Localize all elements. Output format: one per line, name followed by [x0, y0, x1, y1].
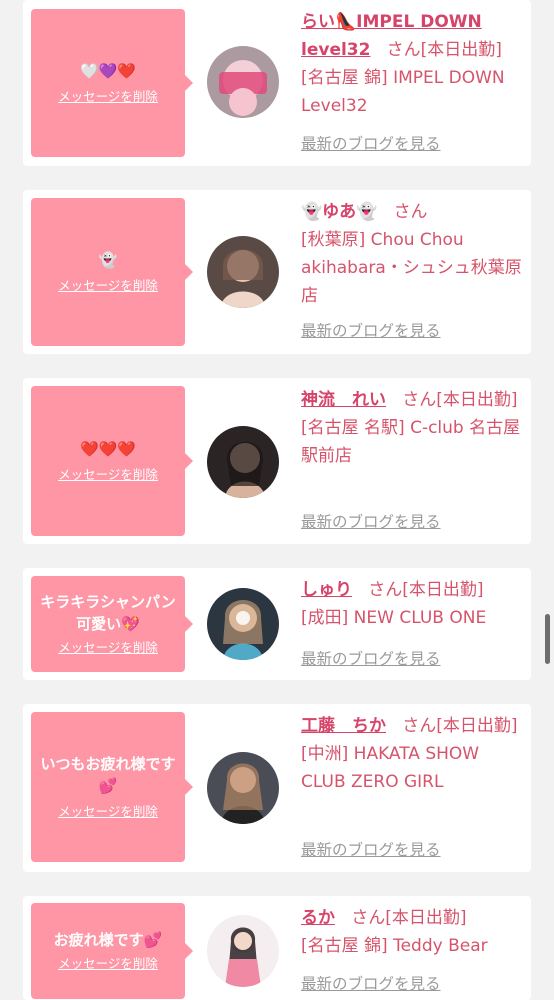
- work-status: [本日出勤]: [402, 580, 484, 600]
- scrollbar-thumb[interactable]: [545, 614, 550, 664]
- message-card: 👻 メッセージを削除 👻ゆあ👻 さん [秋葉原] Chou Chou akiha…: [23, 190, 531, 354]
- girl-info: るか さん[本日出勤] [名古屋 錦] Teddy Bear: [301, 904, 523, 960]
- work-status: [本日出勤]: [436, 716, 518, 736]
- honorific: さん: [351, 908, 386, 928]
- girl-info: しゅり さん[本日出勤] [成田] NEW CLUB ONE: [301, 576, 523, 632]
- latest-blog-link[interactable]: 最新のブログを見る: [301, 511, 441, 533]
- message-text: キラキラシャンパン可愛い💖: [40, 593, 176, 633]
- message-text: いつもお疲れ様です💕: [40, 755, 176, 795]
- message-text: ❤️❤️❤️: [79, 440, 137, 458]
- delete-message-link[interactable]: メッセージを削除: [58, 803, 158, 821]
- honorific: さん: [393, 202, 428, 222]
- delete-message-link[interactable]: メッセージを削除: [58, 88, 158, 106]
- delete-message-link[interactable]: メッセージを削除: [58, 466, 158, 484]
- girl-info: 👻ゆあ👻 さん [秋葉原] Chou Chou akihabara・シュシュ秋葉…: [301, 198, 523, 310]
- avatar[interactable]: [207, 915, 279, 987]
- latest-blog-link[interactable]: 最新のブログを見る: [301, 648, 441, 670]
- honorific: さん: [386, 40, 421, 60]
- work-status: [本日出勤]: [420, 40, 502, 60]
- girl-name-link[interactable]: 工藤 ちか: [301, 716, 386, 736]
- message-card: いつもお疲れ様です💕 メッセージを削除 工藤 ちか さん[本日出勤] [中洲] …: [23, 704, 531, 872]
- avatar[interactable]: [207, 46, 279, 118]
- girl-name-link[interactable]: 👻ゆあ👻: [301, 202, 377, 222]
- message-text: お疲れ様です💕: [53, 931, 163, 949]
- work-status: [本日出勤]: [385, 908, 467, 928]
- message-card: 🤍💜❤️ メッセージを削除 らい👠IMPEL DOWN level32 さん[本…: [23, 0, 531, 166]
- shop-name: [名古屋 錦] Teddy Bear: [301, 936, 488, 956]
- girl-name-link[interactable]: るか: [301, 908, 335, 928]
- latest-blog-link[interactable]: 最新のブログを見る: [301, 320, 441, 342]
- message-card: キラキラシャンパン可愛い💖 メッセージを削除 しゅり さん[本日出勤] [成田]…: [23, 568, 531, 680]
- shop-name: [成田] NEW CLUB ONE: [301, 608, 487, 628]
- honorific: さん: [402, 390, 437, 410]
- work-status: [本日出勤]: [436, 390, 518, 410]
- girl-info: 工藤 ちか さん[本日出勤] [中洲] HAKATA SHOW CLUB ZER…: [301, 712, 523, 796]
- avatar[interactable]: [207, 426, 279, 498]
- message-card: ❤️❤️❤️ メッセージを削除 神流 れい さん[本日出勤] [名古屋 名駅] …: [23, 378, 531, 544]
- message-bubble: いつもお疲れ様です💕 メッセージを削除: [31, 712, 193, 862]
- shop-name: [秋葉原] Chou Chou akihabara・シュシュ秋葉原店: [301, 230, 522, 306]
- message-bubble: ❤️❤️❤️ メッセージを削除: [31, 386, 193, 536]
- latest-blog-link[interactable]: 最新のブログを見る: [301, 133, 441, 155]
- shop-name: [中洲] HAKATA SHOW CLUB ZERO GIRL: [301, 744, 480, 792]
- message-card: お疲れ様です💕 メッセージを削除 るか さん[本日出勤] [名古屋 錦] Ted…: [23, 896, 531, 1000]
- message-bubble: 👻 メッセージを削除: [31, 198, 193, 346]
- girl-info: 神流 れい さん[本日出勤] [名古屋 名駅] C-club 名古屋駅前店: [301, 386, 523, 470]
- shop-name: [名古屋 名駅] C-club 名古屋駅前店: [301, 418, 521, 466]
- avatar[interactable]: [207, 236, 279, 308]
- honorific: さん: [368, 580, 403, 600]
- shop-name: [名古屋 錦] IMPEL DOWN Level32: [301, 68, 505, 116]
- girl-name-link[interactable]: しゅり: [301, 580, 352, 600]
- message-bubble: お疲れ様です💕 メッセージを削除: [31, 903, 193, 999]
- avatar[interactable]: [207, 588, 279, 660]
- delete-message-link[interactable]: メッセージを削除: [58, 639, 158, 657]
- girl-name-link[interactable]: 神流 れい: [301, 390, 386, 410]
- message-text: 👻: [98, 251, 118, 269]
- delete-message-link[interactable]: メッセージを削除: [58, 277, 158, 295]
- delete-message-link[interactable]: メッセージを削除: [58, 955, 158, 973]
- message-bubble: 🤍💜❤️ メッセージを削除: [31, 9, 193, 157]
- avatar[interactable]: [207, 752, 279, 824]
- girl-info: らい👠IMPEL DOWN level32 さん[本日出勤] [名古屋 錦] I…: [301, 8, 523, 120]
- message-bubble: キラキラシャンパン可愛い💖 メッセージを削除: [31, 576, 193, 672]
- message-text: 🤍💜❤️: [79, 62, 137, 80]
- latest-blog-link[interactable]: 最新のブログを見る: [301, 973, 441, 995]
- honorific: さん: [402, 716, 437, 736]
- latest-blog-link[interactable]: 最新のブログを見る: [301, 839, 441, 861]
